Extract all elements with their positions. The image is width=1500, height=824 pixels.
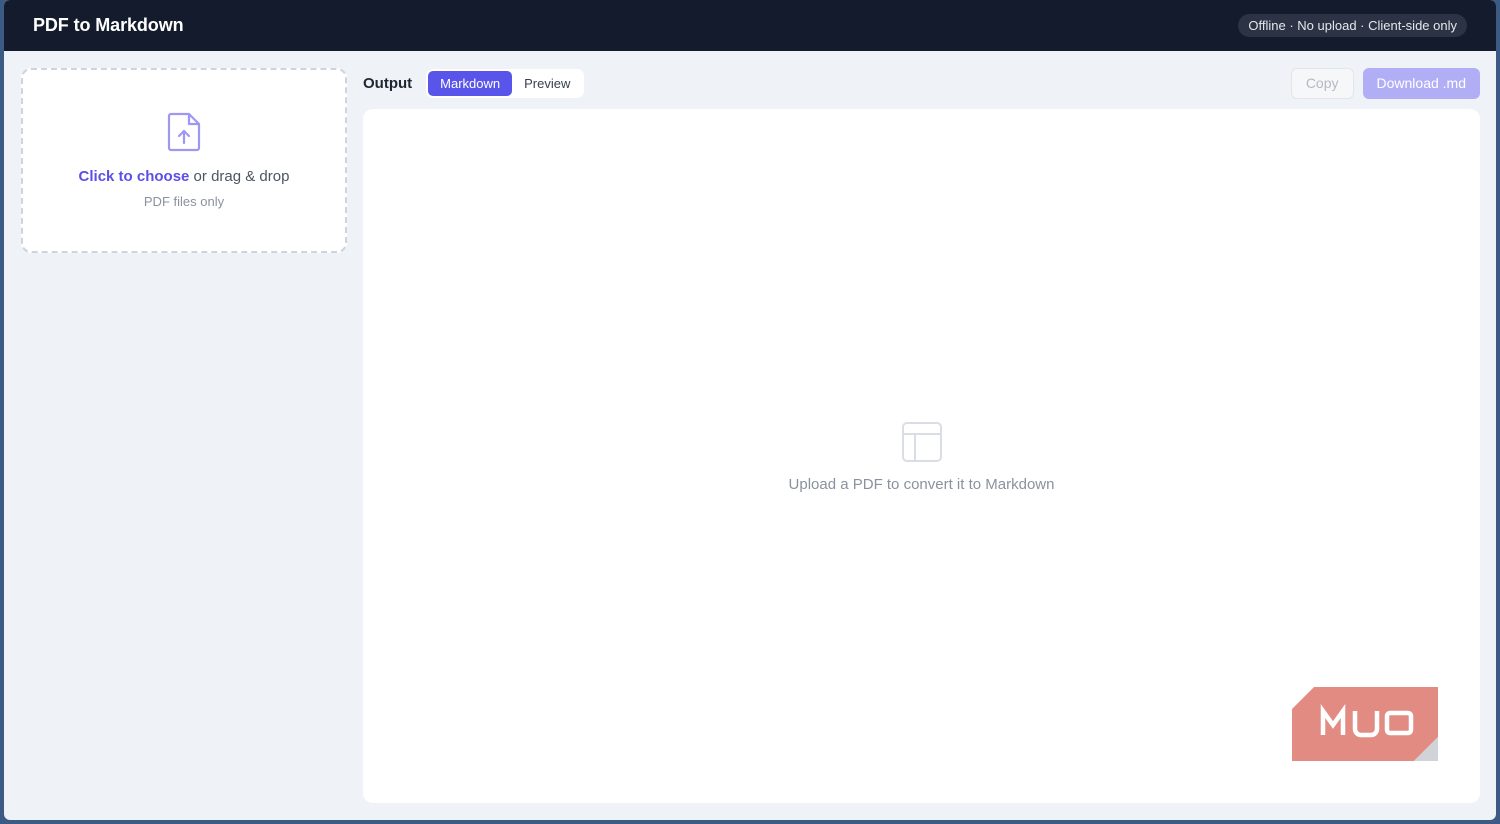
status-badge: Offline · No upload · Client-side only	[1238, 14, 1467, 37]
empty-state-message: Upload a PDF to convert it to Markdown	[788, 476, 1055, 493]
download-md-button[interactable]: Download .md	[1362, 68, 1480, 99]
choose-file-link[interactable]: Click to choose	[79, 168, 190, 185]
layout-icon	[901, 422, 942, 462]
app-title: PDF to Markdown	[33, 15, 184, 35]
dropzone-hint: PDF files only	[143, 194, 225, 209]
file-upload-icon	[167, 112, 201, 152]
muo-logo	[1292, 687, 1438, 761]
empty-state: Upload a PDF to convert it to Markdown	[363, 422, 1480, 493]
output-label: Output	[363, 75, 413, 92]
output-tabs: Markdown Preview	[426, 69, 585, 98]
tab-markdown[interactable]: Markdown	[428, 71, 513, 96]
dropzone-instruction: Click to choose or drag & drop	[79, 168, 290, 185]
copy-button[interactable]: Copy	[1290, 68, 1354, 99]
drag-drop-text: or drag & drop	[189, 168, 290, 185]
output-toolbar: Output Markdown Preview Copy Download .m…	[363, 68, 1480, 99]
app-window: PDF to Markdown Offline · No upload · Cl…	[4, 0, 1496, 820]
tab-preview[interactable]: Preview	[512, 71, 582, 96]
output-actions: Copy Download .md	[1290, 68, 1480, 99]
header-bar: PDF to Markdown Offline · No upload · Cl…	[4, 0, 1496, 51]
pdf-dropzone[interactable]: Click to choose or drag & drop PDF files…	[21, 68, 347, 253]
